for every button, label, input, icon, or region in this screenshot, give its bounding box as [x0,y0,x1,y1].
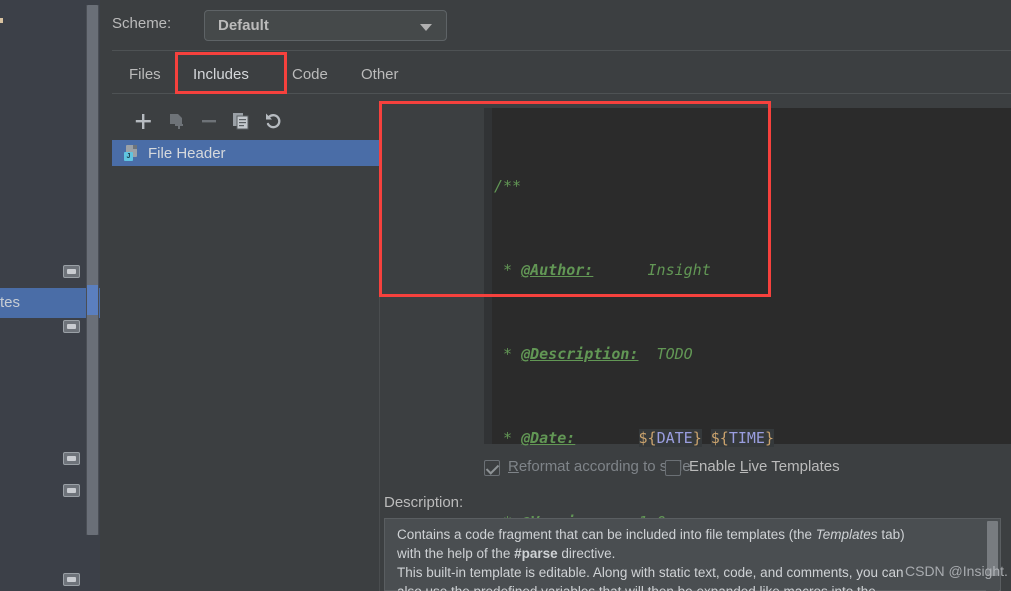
code-segment: * [494,345,522,363]
list-item[interactable]: J File Header [112,140,380,166]
tab-includes[interactable]: Includes [184,58,258,92]
code-segment: TODO [638,345,693,363]
minus-icon [202,120,216,123]
live-templates-checkbox-label: Enable Live Templates [689,458,840,475]
divider-top [112,50,1011,51]
chevron-down-icon [420,24,432,31]
tree-node-icon [63,452,80,465]
description-line-3: This built-in template is editable. Alon… [397,565,904,580]
reset-button[interactable] [262,110,284,132]
sidebar-item-file-and-code-templates[interactable]: tes [0,288,100,318]
template-list-toolbar [112,104,380,138]
code-segment-tag: @Date: [521,429,576,447]
tree-node-icon [63,573,80,586]
copy-template-button[interactable] [166,110,188,132]
template-list[interactable]: J File Header [112,140,380,166]
description-text: Contains a code fragment that can be inc… [397,525,977,591]
main-panel: Scheme: Default Files Includes Code Othe… [100,0,1011,591]
code-line: /** [494,172,774,200]
tab-code[interactable]: Code [283,58,337,92]
tree-node-icon [63,265,80,278]
remove-button[interactable] [198,110,220,132]
live-templates-checkbox[interactable] [665,460,681,476]
settings-tree-panel[interactable]: tes [0,0,100,591]
tab-other[interactable]: Other [352,58,408,92]
tree-node-icon [63,320,80,333]
tree-node-icon [63,484,80,497]
code-segment-tag: @Author: [521,261,594,279]
code-segment: * [494,261,522,279]
description-title: Description: [384,494,464,511]
code-segment: Insight [593,261,711,279]
sidebar-item-label: tes [0,294,21,311]
divider-tabs [112,93,1011,94]
code-variable-time: ${TIME} [710,429,774,447]
watermark: CSDN @Insight. [905,563,1008,579]
description-panel[interactable]: Contains a code fragment that can be inc… [384,518,1001,591]
list-item-label: File Header [148,144,226,162]
plus-icon [135,114,151,129]
copy-icon [233,113,249,130]
template-code-editor[interactable]: /** * @Author: Insight * @Description: T… [484,108,1011,531]
add-file-icon [170,114,183,129]
description-line-2: with the help of the #parse directive. [397,546,616,561]
reformat-checkbox-label: Reformat according to style [508,458,691,475]
code-line: * @Date: ${DATE} ${TIME} [494,424,774,452]
duplicate-button[interactable] [230,110,252,132]
sidebar-scrollbar-thumb-highlight[interactable] [87,285,98,315]
sidebar-scrollbar-thumb[interactable] [87,5,98,535]
settings-dialog-file-and-code-templates: tes Scheme: Default Files Includes Code … [0,0,1011,591]
scheme-dropdown[interactable]: Default [204,10,447,41]
code-line: * @Description: TODO [494,340,774,368]
code-variable-date: ${DATE} [638,429,702,447]
template-list-panel: J File Header [112,104,380,591]
scheme-dropdown-value: Default [218,17,269,34]
reformat-checkbox[interactable] [484,460,500,476]
java-file-icon: J [124,145,140,161]
editor-gutter [484,108,492,444]
live-templates-checkbox-row[interactable]: Enable Live Templates [665,458,905,480]
add-button[interactable] [132,110,154,132]
code-segment-tag: @Description: [521,345,639,363]
code-line: * @Author: Insight [494,256,774,284]
tab-files[interactable]: Files [120,58,170,92]
code-segment: /** [494,177,522,195]
scheme-label: Scheme: [112,15,172,32]
description-line-4: also use the predefined variables that w… [397,582,977,591]
tree-edge-marker [0,18,3,23]
revert-arrow-icon [266,113,281,129]
code-segment: * [494,429,522,447]
description-line-1: Contains a code fragment that can be inc… [397,527,905,542]
